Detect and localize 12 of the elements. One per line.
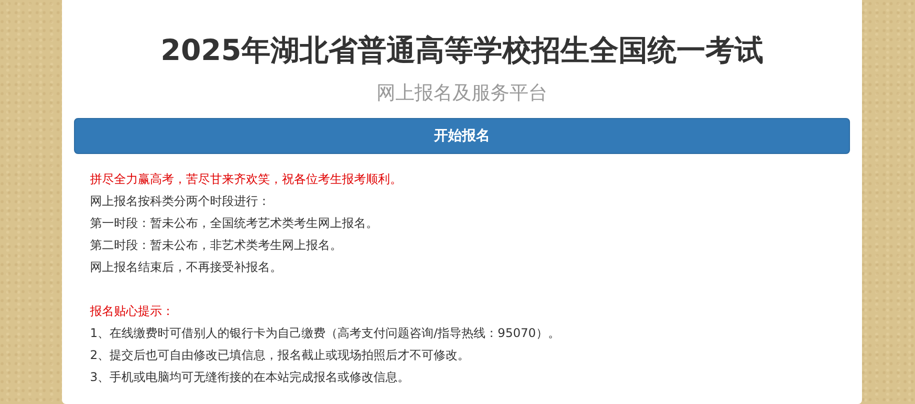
notice-line: 网上报名结束后，不再接受补报名。 xyxy=(90,259,283,276)
notice-line: 1、在线缴费时可借别人的银行卡为自己缴费（高考支付问题咨询/指导热线：95070）。 xyxy=(90,325,561,342)
notice-line: 3、手机或电脑均可无缝衔接的在本站完成报名或修改信息。 xyxy=(90,369,411,386)
notice-line: 网上报名按科类分两个时段进行： xyxy=(90,193,271,210)
page-title: 2025年湖北省普通高等学校招生全国统一考试 xyxy=(160,32,764,69)
start-registration-button[interactable]: 开始报名 xyxy=(74,118,850,154)
notice-highlight: 报名贴心提示： xyxy=(90,303,175,320)
notice-highlight: 拼尽全力赢高考，苦尽甘来齐欢笑，祝各位考生报考顺利。 xyxy=(90,171,403,188)
page-subtitle: 网上报名及服务平台 xyxy=(376,81,548,106)
notice-line: 第二时段：暂未公布，非艺术类考生网上报名。 xyxy=(90,237,343,254)
notice-line: 2、提交后也可自由修改已填信息，报名截止或现场拍照后才不可修改。 xyxy=(90,347,471,364)
notice-line: 第一时段：暂未公布，全国统考艺术类考生网上报名。 xyxy=(90,215,379,232)
